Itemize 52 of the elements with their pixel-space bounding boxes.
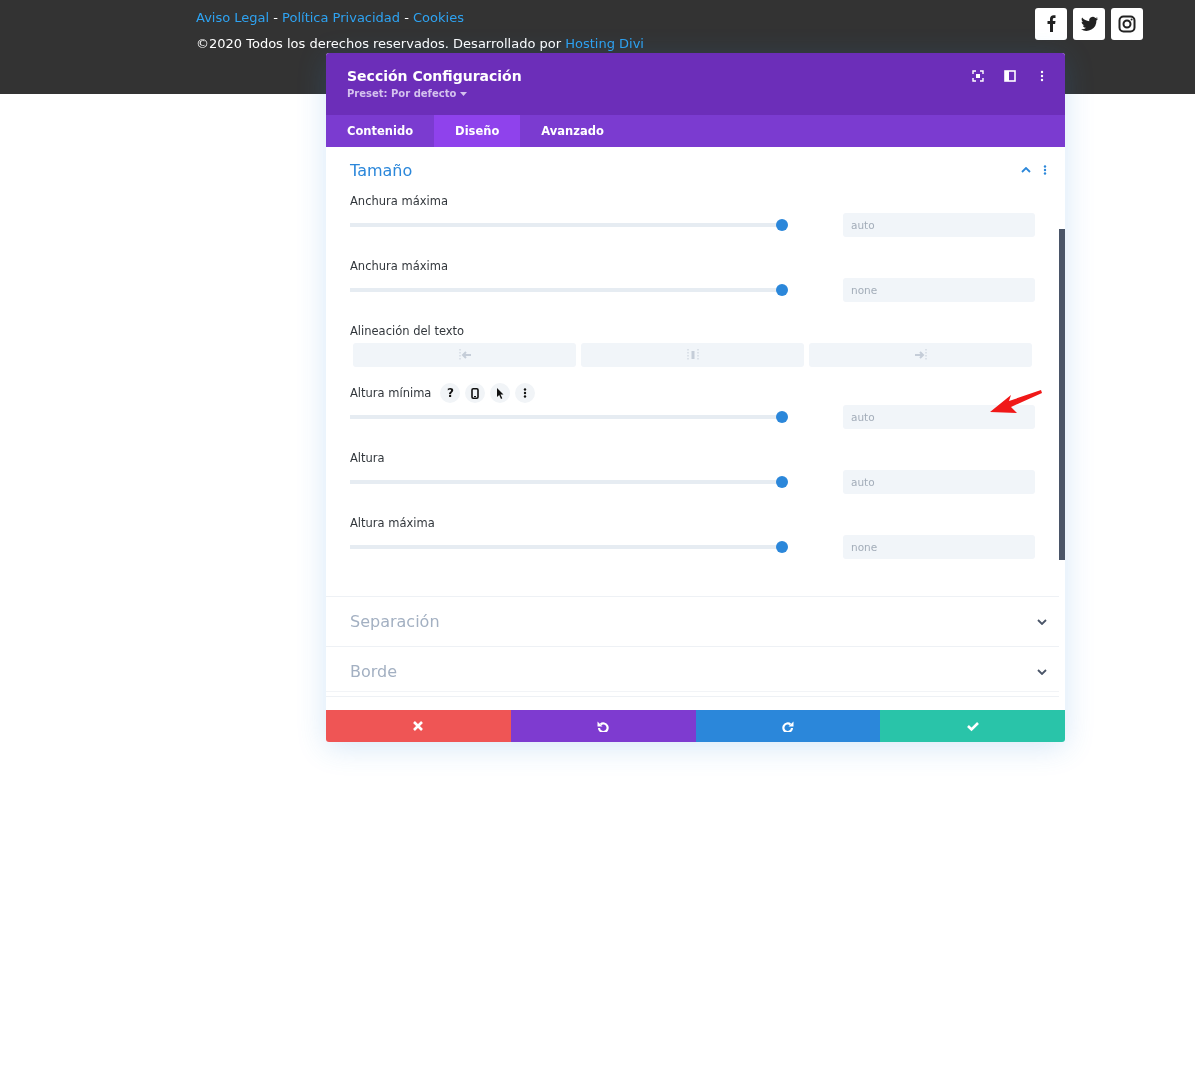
slider-thumb[interactable] [776,219,788,231]
setting-label: Anchura máxima [350,259,448,273]
section-title[interactable]: Separación [350,612,440,631]
scrollbar[interactable] [1059,229,1065,560]
align-center-icon [684,348,701,362]
align-left-icon [456,348,473,362]
slider-thumb[interactable] [776,476,788,488]
tab[interactable]: Diseño [434,115,521,147]
options-button[interactable] [515,383,536,403]
setting-label: Altura [350,451,385,465]
slider-thumb[interactable] [776,284,788,296]
section-title[interactable]: Borde [350,662,398,681]
more-icon [523,388,528,398]
align-right-icon [912,348,929,362]
setting-label: Alineación del texto [350,324,465,338]
caret-icon [460,91,468,96]
section-title[interactable]: Tamaño [350,160,413,180]
slider-thumb[interactable] [776,411,788,423]
setting-label: Altura mínima [350,386,432,400]
setting-label: Anchura máxima [350,194,448,208]
pointer-arrow [989,388,1043,416]
tab[interactable]: Avanzado [520,115,625,147]
redo-icon [781,720,794,732]
more-icon[interactable] [1043,165,1047,175]
copyright-text: ©2020 Todos los derechos reservados. Desarrollado por [196,36,563,51]
chevron-up-icon[interactable] [1021,167,1031,173]
social-button[interactable] [1111,8,1143,40]
device-button[interactable] [465,383,486,403]
chevron-down-icon[interactable] [1037,618,1047,625]
social-button[interactable] [1073,8,1105,40]
focus-icon[interactable] [972,70,984,82]
chevron-down-icon[interactable] [1037,668,1047,675]
phone-icon [471,387,480,399]
footer-link[interactable]: Aviso Legal [196,10,270,25]
undo-icon [597,720,610,732]
cursor-icon [496,387,505,399]
tab[interactable]: Contenido [326,115,435,147]
sidebar-icon[interactable] [1004,70,1016,82]
separator-text: - [403,10,410,25]
footer-link[interactable]: Política Privacidad [282,10,401,25]
credit-link[interactable]: Hosting Divi [565,36,644,51]
close-icon [412,720,425,732]
separator-text: - [272,10,279,25]
hover-button[interactable] [490,383,511,403]
help-button[interactable]: ? [440,383,461,403]
footer-link[interactable]: Cookies [413,10,464,25]
social-button[interactable] [1035,8,1067,40]
modal-title: Sección Configuración [347,67,522,85]
setting-label: Altura máxima [350,516,435,530]
slider-thumb[interactable] [776,541,788,553]
check-icon [966,720,979,732]
preset-dropdown[interactable]: Preset: Por defecto [347,88,457,99]
